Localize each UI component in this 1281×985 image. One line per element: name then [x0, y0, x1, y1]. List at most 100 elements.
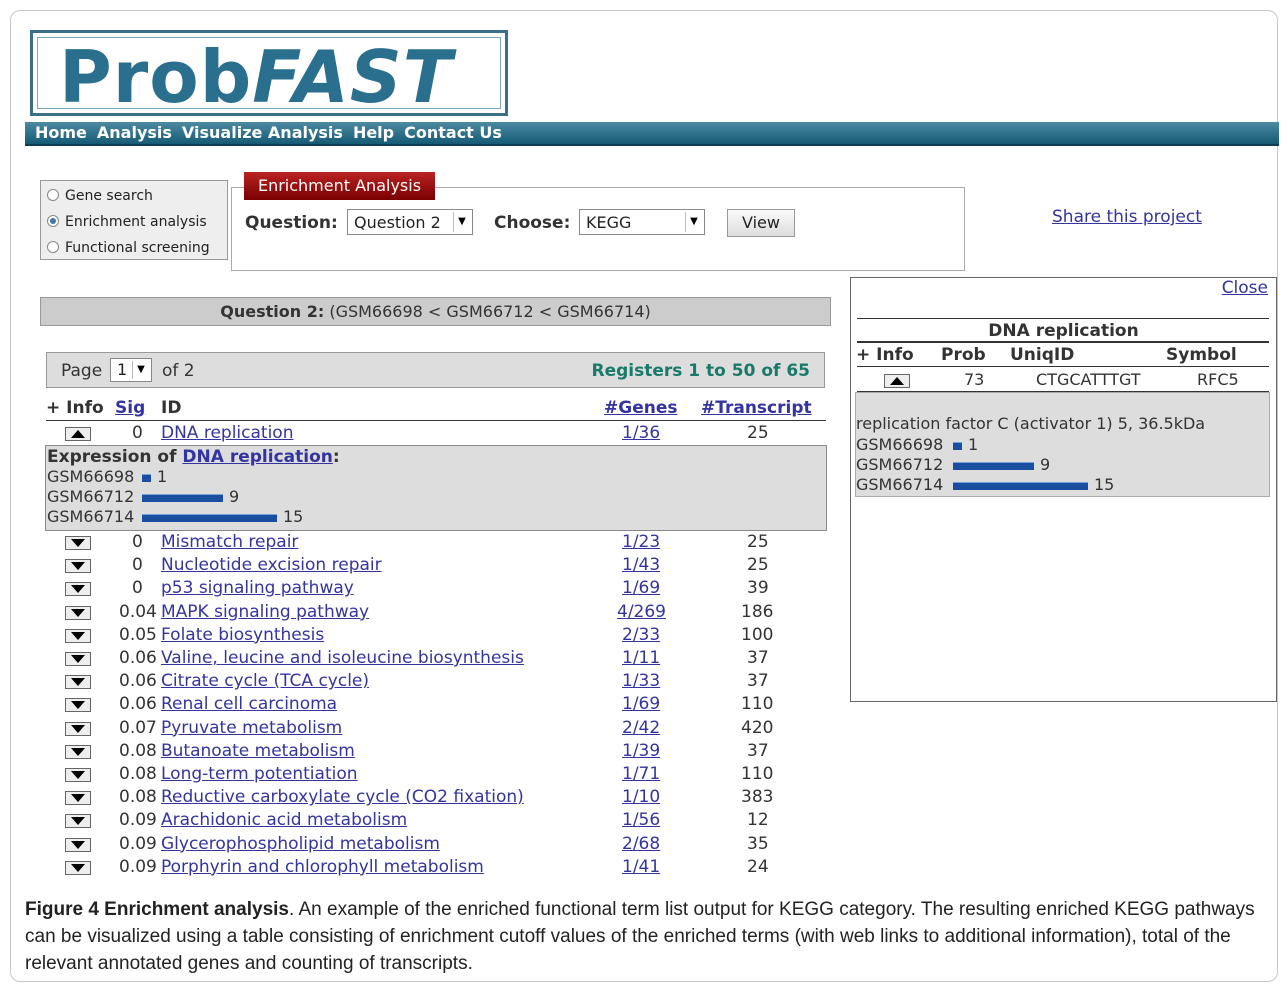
- expand-toggle-icon[interactable]: [65, 605, 91, 620]
- row-transcript: 186: [741, 601, 774, 622]
- row-id-link[interactable]: Valine, leucine and isoleucine biosynthe…: [161, 648, 524, 668]
- close-link[interactable]: Close: [1222, 278, 1268, 298]
- radio-selected-icon[interactable]: [47, 215, 59, 227]
- row-genes-link[interactable]: 2/33: [622, 625, 660, 645]
- row-transcript: 24: [747, 856, 769, 877]
- row-id-link[interactable]: Arachidonic acid metabolism: [161, 810, 407, 830]
- expand-toggle-icon[interactable]: [65, 559, 91, 574]
- expand-toggle-icon[interactable]: [65, 768, 91, 782]
- nav-analysis[interactable]: Analysis: [97, 123, 172, 142]
- nav-bar: Home Analysis Visualize Analysis Help Contac…: [25, 122, 1279, 146]
- header-info[interactable]: + Info: [46, 398, 104, 418]
- row-id-link[interactable]: Pyruvate metabolism: [161, 718, 342, 738]
- row-id-link[interactable]: Reductive carboxylate cycle (CO2 fixatio…: [161, 787, 524, 807]
- nav-home[interactable]: Home: [35, 123, 87, 142]
- panel-expression-value: 1: [968, 435, 979, 454]
- row-id-link[interactable]: Nucleotide excision repair: [161, 555, 382, 575]
- page-select[interactable]: 1 ▼: [110, 358, 152, 382]
- question-select[interactable]: Question 2 ▼: [347, 209, 473, 235]
- header-sig[interactable]: Sig: [115, 398, 145, 418]
- enrichment-tab[interactable]: Enrichment Analysis: [244, 172, 435, 200]
- row-genes-link[interactable]: 1/56: [622, 810, 660, 830]
- expand-toggle-icon[interactable]: [65, 814, 91, 829]
- figure-caption: Figure 4 Enrichment analysis. An example…: [25, 899, 1255, 974]
- expand-toggle-icon[interactable]: [65, 628, 91, 643]
- expand-toggle-icon[interactable]: [65, 791, 91, 806]
- row-genes-link[interactable]: 2/68: [622, 834, 660, 854]
- expand-toggle-icon[interactable]: [65, 536, 91, 550]
- expression-sample-label: GSM66712: [47, 487, 135, 506]
- row-genes-link[interactable]: 1/36: [622, 423, 660, 443]
- row-transcript: 37: [747, 648, 769, 668]
- nav-help[interactable]: Help: [353, 123, 394, 142]
- view-button[interactable]: View: [727, 209, 795, 237]
- expand-toggle-icon[interactable]: [65, 582, 91, 597]
- radio-functional-screening[interactable]: Functional screening: [47, 240, 210, 256]
- row-id-link[interactable]: Porphyrin and chlorophyll metabolism: [161, 857, 484, 877]
- panel-expression-bar: [953, 482, 1088, 490]
- row-genes-link[interactable]: 1/33: [622, 671, 660, 691]
- row-sig: 0.08: [119, 787, 157, 808]
- expression-title: Expression of DNA replication:: [47, 447, 340, 467]
- row-id-link[interactable]: Citrate cycle (TCA cycle): [161, 671, 369, 691]
- category-select[interactable]: KEGG ▼: [579, 209, 705, 235]
- row-id-link[interactable]: p53 signaling pathway: [161, 578, 354, 598]
- nav-contact-us[interactable]: Contact Us: [404, 123, 502, 142]
- row-id-link[interactable]: DNA replication: [161, 423, 293, 443]
- expand-toggle-icon[interactable]: [65, 721, 91, 736]
- expand-toggle-icon[interactable]: [65, 675, 91, 690]
- row-genes-link[interactable]: 1/69: [622, 578, 660, 598]
- panel-header-prob: Prob: [941, 345, 986, 365]
- header-genes[interactable]: #Genes: [604, 398, 677, 418]
- expand-toggle-icon[interactable]: [65, 652, 91, 666]
- row-genes-link[interactable]: 1/23: [622, 532, 660, 552]
- panel-header-info[interactable]: + Info: [856, 345, 914, 365]
- gene-detail-panel: Close DNA replication + Info Prob UniqID…: [850, 277, 1277, 702]
- share-project-link[interactable]: Share this project: [1052, 207, 1202, 227]
- row-id-link[interactable]: Folate biosynthesis: [161, 625, 324, 645]
- row-transcript: 383: [741, 787, 774, 808]
- header-transcript[interactable]: #Transcript: [701, 398, 812, 418]
- row-genes-link[interactable]: 1/41: [622, 857, 660, 877]
- nav-visualize-analysis[interactable]: Visualize Analysis: [182, 123, 343, 142]
- collapse-toggle-icon[interactable]: [884, 374, 910, 388]
- expand-toggle-icon[interactable]: [65, 744, 91, 759]
- row-sig: 0.09: [119, 856, 157, 877]
- logo-part1: Prob: [59, 35, 253, 119]
- row-id-link[interactable]: MAPK signaling pathway: [161, 602, 369, 622]
- expression-sample-label: GSM66698: [47, 467, 135, 486]
- radio-enrichment-analysis[interactable]: Enrichment analysis: [47, 214, 207, 230]
- choose-label: Choose:: [494, 213, 571, 233]
- row-genes-link[interactable]: 1/69: [622, 694, 660, 714]
- row-sig: 0.06: [119, 671, 157, 692]
- analysis-type-selector: Gene search Enrichment analysis Function…: [40, 180, 228, 260]
- panel-expression-sample: GSM66712: [856, 455, 944, 474]
- expression-bar: [142, 474, 151, 482]
- row-genes-link[interactable]: 2/42: [622, 718, 660, 738]
- radio-gene-search[interactable]: Gene search: [47, 188, 153, 204]
- expand-toggle-icon[interactable]: [65, 698, 91, 713]
- row-genes-link[interactable]: 1/71: [622, 764, 660, 784]
- row-genes-link[interactable]: 1/11: [622, 648, 660, 668]
- panel-description: replication factor C (activator 1) 5, 36…: [856, 414, 1206, 433]
- expression-value: 1: [157, 467, 168, 486]
- radio-circle-icon[interactable]: [47, 189, 59, 201]
- expand-toggle-icon[interactable]: [65, 837, 91, 852]
- dropdown-arrow-icon: ▼: [685, 212, 702, 232]
- row-genes-link[interactable]: 1/10: [622, 787, 660, 807]
- expand-toggle-icon[interactable]: [65, 860, 91, 875]
- panel-title: DNA replication: [988, 321, 1139, 341]
- row-genes-link[interactable]: 4/269: [617, 602, 666, 622]
- row-id-link[interactable]: Renal cell carcinoma: [161, 694, 337, 714]
- collapse-toggle-icon[interactable]: [65, 427, 91, 441]
- row-id-link[interactable]: Butanoate metabolism: [161, 741, 355, 761]
- row-genes-link[interactable]: 1/39: [622, 741, 660, 761]
- expression-bar: [142, 494, 223, 502]
- row-id-link[interactable]: Long-term potentiation: [161, 764, 358, 784]
- row-transcript: 25: [747, 555, 769, 576]
- radio-circle-icon[interactable]: [47, 241, 59, 253]
- row-genes-link[interactable]: 1/43: [622, 555, 660, 575]
- row-transcript: 35: [747, 833, 769, 854]
- row-id-link[interactable]: Mismatch repair: [161, 532, 298, 552]
- row-id-link[interactable]: Glycerophospholipid metabolism: [161, 834, 440, 854]
